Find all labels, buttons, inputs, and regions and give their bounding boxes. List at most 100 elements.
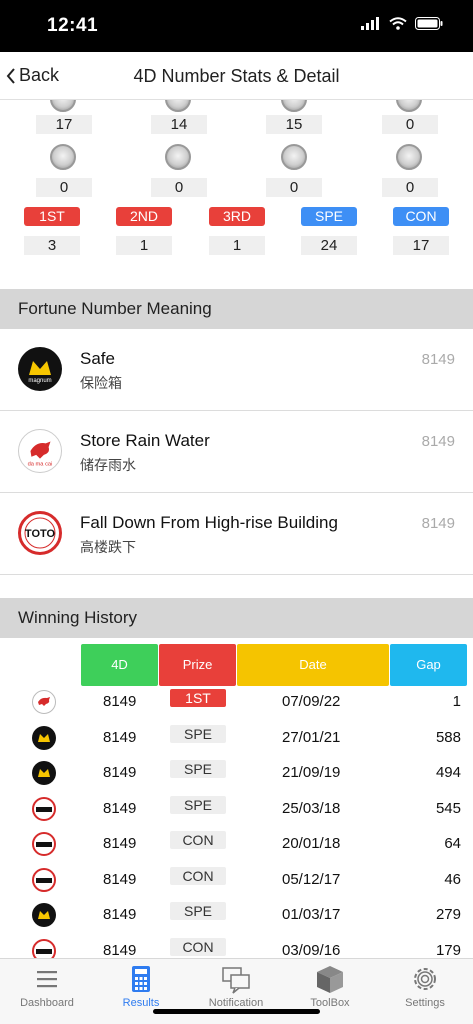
prize-tag-3rd: 3RD [209,207,265,226]
magnum-logo-icon [32,903,56,927]
status-bar: 12:41 [0,0,473,52]
table-row: 8149 SPE 21/09/19 494 [0,757,473,792]
row-prize: SPE [170,902,226,920]
row-date: 03/09/16 [282,941,341,959]
row-gap: 494 [435,764,461,781]
magnum-wordmark: magnum [28,378,51,384]
home-indicator [153,1009,320,1014]
fortune-title: Store Rain Water [80,431,210,450]
toto-logo-icon [32,867,56,892]
damacai-mini-icon [165,100,191,112]
prize-count: 1 [209,236,265,255]
wifi-icon [389,17,407,30]
stat-count: 0 [382,115,438,134]
row-prize: CON [170,937,226,956]
damacai-logo-icon [32,690,56,714]
stat-count: 0 [36,178,92,197]
table-row: 8149 CON 05/12/17 46 [0,864,473,899]
prize-count: 3 [24,236,80,255]
stat-count: 14 [151,115,207,134]
prize-tag-spe: SPE [301,207,357,226]
row-gap: 588 [435,728,461,746]
row-number: 8149 [103,693,137,710]
magnum-logo-icon: magnum [18,347,62,391]
toto-wordmark: TOTO [25,528,56,540]
table-row: 8149 SPE 27/01/21 588 [0,722,473,757]
toto-logo-icon [32,832,56,856]
row-date: 21/09/19 [282,764,341,781]
table-row: 8149 CON 03/09/16 179 [0,935,473,959]
prize-count: 1 [116,236,172,255]
battery-icon [415,17,443,30]
prize-count: 24 [301,236,357,255]
signal-icon [361,17,379,30]
toto-logo-icon: TOTO [18,511,62,555]
fortune-row[interactable]: magnum Safe 保险箱 8149 [0,329,473,411]
column-header-gap: Gap [390,644,467,686]
row-prize: CON [170,831,226,849]
row-date: 05/12/17 [282,870,341,888]
notification-icon [222,967,250,994]
prize-tag-con: CON [393,207,449,226]
column-header-prize: Prize [159,644,236,686]
tab-label: Results [122,997,160,1009]
row-gap: 46 [444,870,461,888]
row-prize: CON [170,866,226,885]
row-number: 8149 [103,799,137,817]
gear-icon [414,968,436,990]
tab-dashboard[interactable]: Dashboard [0,963,94,1009]
table-row: 8149 1ST 07/09/22 1 [0,686,473,721]
toolbox-icon [317,966,343,993]
damacai-wordmark: da ma cai [28,461,53,467]
toto-logo-icon [32,796,56,821]
tab-bar: Dashboard Results Notification ToolBox S… [0,958,473,1024]
tab-label: Settings [405,997,445,1009]
fortune-subtitle: 高楼跌下 [80,539,136,555]
history-section-header: Winning History [0,598,473,638]
magnum-mini-icon [50,100,76,112]
magnum-mini-icon [50,144,76,170]
tab-toolbox[interactable]: ToolBox [283,963,377,1009]
stat-count: 0 [151,178,207,197]
stat-count: 17 [36,115,92,134]
table-row: 8149 CON 20/01/18 64 [0,828,473,863]
magnum-logo-icon [32,761,56,785]
prize-count: 17 [393,236,449,255]
magnum-logo-icon [32,725,56,750]
prize-tag-2nd: 2ND [116,207,172,226]
fortune-subtitle: 储存雨水 [80,457,136,473]
row-gap: 545 [435,799,461,817]
row-number: 8149 [103,906,137,923]
tab-settings[interactable]: Settings [378,963,472,1009]
row-number: 8149 [103,728,137,746]
column-header-date: Date [237,644,389,686]
tab-label: Dashboard [20,997,74,1009]
row-prize: SPE [170,760,226,778]
row-date: 27/01/21 [282,728,341,746]
table-row: 8149 SPE 01/03/17 279 [0,899,473,934]
row-prize: SPE [170,724,226,743]
fortune-row[interactable]: da ma cai Store Rain Water 储存雨水 8149 [0,411,473,493]
calculator-icon [132,966,150,992]
content-scroll[interactable]: 17 14 15 0 0 0 0 0 1ST 2ND 3RD SPE CON 3… [0,100,473,958]
row-date: 07/09/22 [282,693,341,710]
page-title: 4D Number Stats & Detail [133,66,340,86]
row-prize: 1ST [170,689,226,707]
row-number: 8149 [103,941,137,959]
tab-label: ToolBox [310,997,350,1009]
fortune-subtitle: 保险箱 [80,375,122,391]
tab-results[interactable]: Results [94,963,188,1009]
fortune-number: 8149 [421,515,455,532]
table-row: 8149 SPE 25/03/18 545 [0,793,473,828]
prize-tag-1st: 1ST [24,207,80,226]
fortune-number: 8149 [421,351,455,368]
row-number: 8149 [103,870,137,888]
row-number: 8149 [103,835,137,852]
tab-notification[interactable]: Notification [189,963,283,1009]
status-time: 12:41 [47,15,99,36]
fortune-row[interactable]: TOTO Fall Down From High-rise Building 高… [0,493,473,575]
fortune-section-header: Fortune Number Meaning [0,289,473,329]
dashboard-icon [37,971,57,988]
row-date: 20/01/18 [282,835,341,852]
row-number: 8149 [103,764,137,781]
